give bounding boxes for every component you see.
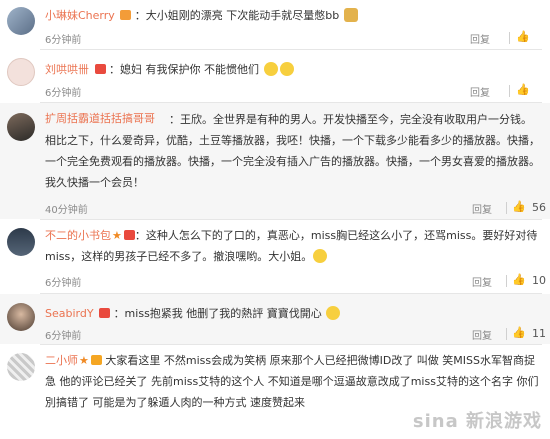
username-link[interactable]: 不二的小书包 bbox=[45, 229, 111, 242]
avatar[interactable] bbox=[7, 303, 35, 331]
like-icon[interactable]: 👍 bbox=[516, 30, 530, 43]
comment-text: ：王欣。全世界是有种的男人。开发快播至今，完全没有收取用户一分钱。相比之下，什么… bbox=[45, 113, 540, 189]
comment-time: 6分钟前 bbox=[45, 88, 82, 99]
like-icon[interactable]: 👍 bbox=[512, 273, 526, 286]
crying-emoji-icon bbox=[326, 306, 341, 320]
comment-time: 6分钟前 bbox=[45, 278, 82, 289]
comment-item: 不二的小书包★ ：这种人怎么下的了口的，真恶心，miss胸已经这么小了，还骂mis… bbox=[0, 220, 550, 293]
like-icon[interactable]: 👍 bbox=[516, 83, 530, 96]
dog-emoji-icon bbox=[343, 8, 358, 22]
comment-item: 扩周括霸道括括搞哥哥 ：王欣。全世界是有种的男人。开发快播至今，完全没有收取用户… bbox=[0, 103, 550, 219]
like-count: 56 bbox=[532, 201, 546, 214]
comment-text-block: 不二的小书包★ ：这种人怎么下的了口的，真恶心，miss胸已经这么小了，还骂mis… bbox=[45, 225, 540, 267]
star-icon: ★ bbox=[112, 229, 122, 242]
divider bbox=[509, 32, 510, 44]
comment-item: SeabirdY ：miss抱紧我 他删了我的熱評 寶寶伐開心 6分钟前 回复 … bbox=[0, 294, 550, 344]
comment-text: 大家看这里 不然miss会成为笑柄 原来那个人已经把微博ID改了 叫做 笑MIS… bbox=[45, 354, 539, 409]
avatar[interactable] bbox=[7, 353, 35, 381]
like-count: 10 bbox=[532, 274, 546, 287]
username-link[interactable]: 刘哄哄卌 bbox=[45, 63, 89, 76]
smile-emoji-icon bbox=[263, 62, 278, 76]
comment-time: 6分钟前 bbox=[45, 331, 82, 342]
comment-text: ：大小姐刚的漂亮 下次能动手就尽量憋bb bbox=[134, 9, 340, 22]
comment-item: 小琳妹Cherry ：大小姐刚的漂亮 下次能动手就尽量憋bb 6分钟前 回复 👍 bbox=[0, 0, 550, 49]
vip-badge-icon bbox=[120, 10, 132, 20]
sina-games-watermark: sina 新浪游戏 bbox=[412, 411, 542, 432]
divider bbox=[506, 328, 507, 340]
vip-badge-icon bbox=[90, 355, 102, 365]
comment-item: 刘哄哄卌 ：媳妇 有我保护你 不能惯他们 6分钟前 回复 👍 bbox=[0, 50, 550, 102]
smile-emoji-icon bbox=[279, 62, 294, 76]
avatar[interactable] bbox=[7, 113, 35, 141]
reply-button[interactable]: 回复 bbox=[472, 274, 492, 289]
username-link[interactable]: 二小师 bbox=[45, 354, 78, 367]
username-link[interactable]: SeabirdY bbox=[45, 307, 94, 320]
divider bbox=[509, 85, 510, 97]
like-icon[interactable]: 👍 bbox=[512, 326, 526, 339]
star-icon: ★ bbox=[79, 354, 89, 367]
avatar[interactable] bbox=[7, 58, 35, 86]
reply-button[interactable]: 回复 bbox=[472, 201, 492, 216]
username-link[interactable]: 小琳妹Cherry bbox=[45, 9, 115, 22]
vip-badge-icon bbox=[123, 230, 135, 240]
reply-button[interactable]: 回复 bbox=[470, 84, 490, 99]
smile-emoji-icon bbox=[313, 249, 328, 263]
comment-text-block: 二小师★ 大家看这里 不然miss会成为笑柄 原来那个人已经把微博ID改了 叫做… bbox=[45, 350, 540, 413]
avatar[interactable] bbox=[7, 7, 35, 35]
comment-time: 40分钟前 bbox=[45, 205, 88, 216]
vip-badge-icon bbox=[94, 64, 106, 74]
reply-button[interactable]: 回复 bbox=[472, 327, 492, 342]
avatar[interactable] bbox=[7, 228, 35, 256]
vip-badge-icon bbox=[99, 308, 111, 318]
comment-text: ：miss抱紧我 他删了我的熱評 寶寶伐開心 bbox=[113, 307, 322, 320]
like-count: 11 bbox=[532, 327, 546, 340]
divider bbox=[506, 275, 507, 287]
comment-text: ：媳妇 有我保护你 不能惯他们 bbox=[109, 63, 259, 76]
reply-button[interactable]: 回复 bbox=[470, 31, 490, 46]
comment-time: 6分钟前 bbox=[45, 35, 82, 46]
like-icon[interactable]: 👍 bbox=[512, 200, 526, 213]
divider bbox=[506, 202, 507, 214]
